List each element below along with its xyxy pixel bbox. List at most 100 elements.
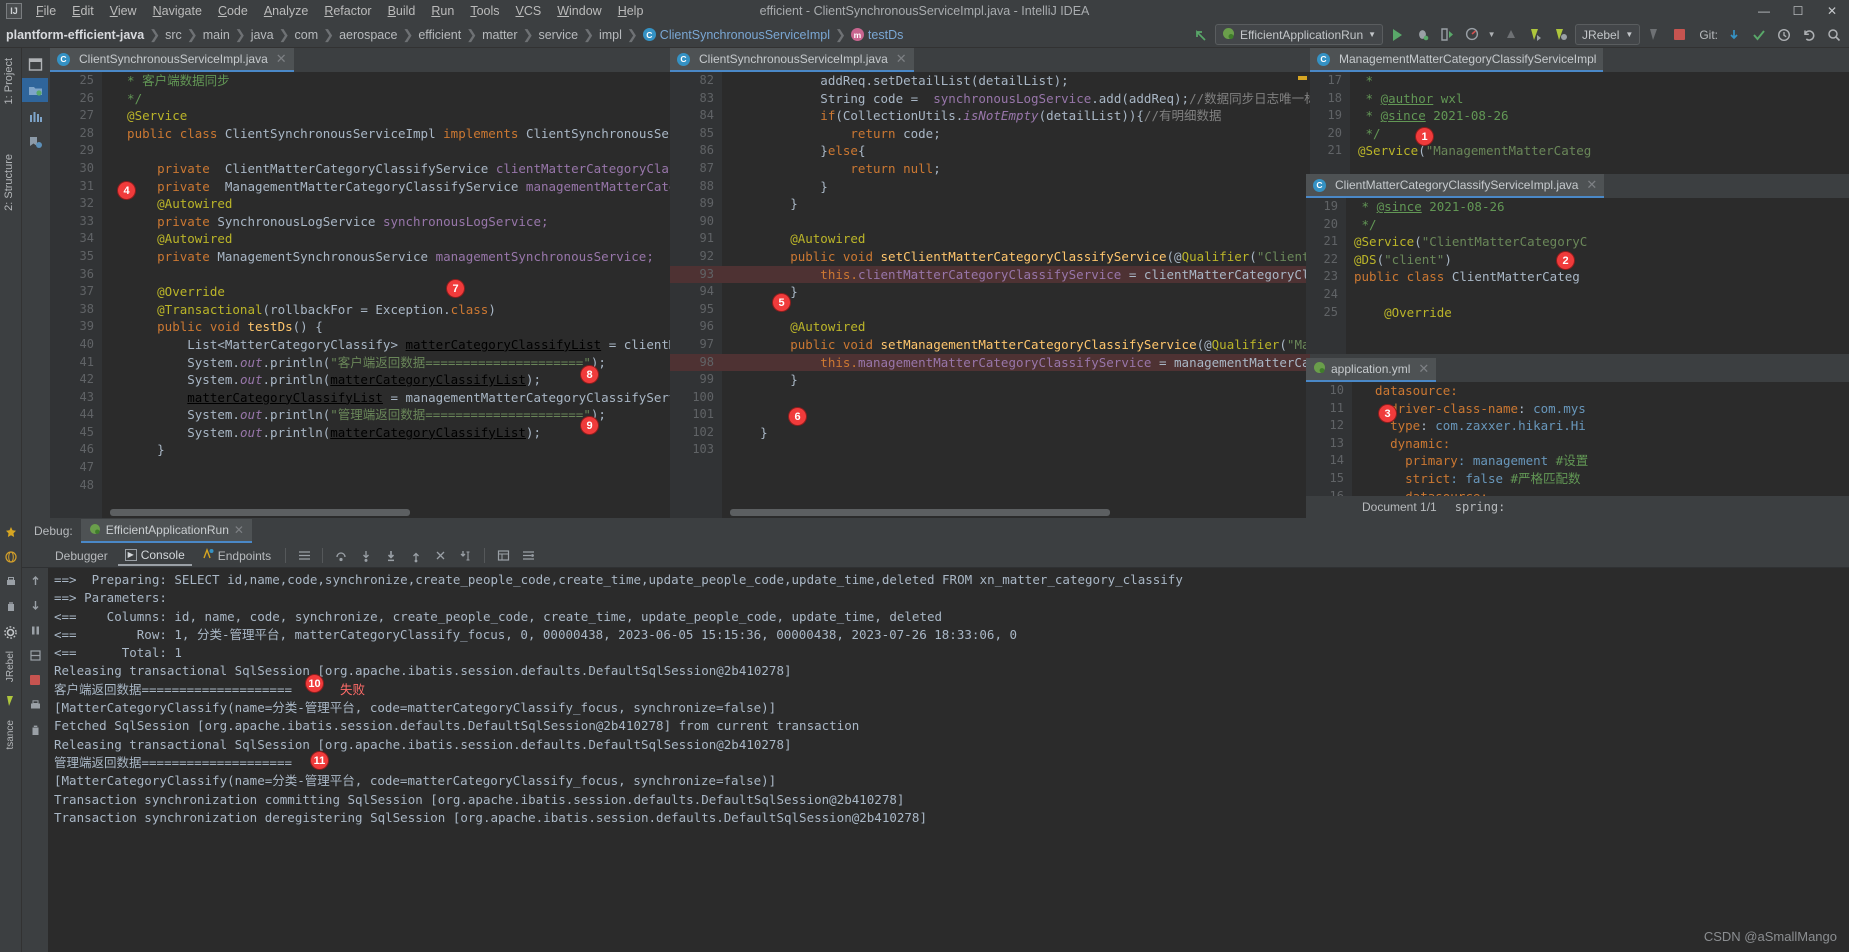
close-icon[interactable]: ✕ bbox=[1586, 177, 1597, 193]
code-line[interactable]: 40 List<MatterCategoryClassify> matterCa… bbox=[50, 336, 670, 354]
code-line[interactable]: 85 return code; bbox=[670, 125, 1310, 143]
build-icon[interactable] bbox=[1500, 24, 1522, 46]
code-line[interactable]: 88 } bbox=[670, 178, 1310, 196]
code-line[interactable]: 34 @Autowired bbox=[50, 230, 670, 248]
code-line[interactable]: 93 this.clientMatterCategoryClassifyServ… bbox=[670, 265, 1310, 284]
rollback-icon[interactable] bbox=[1798, 24, 1820, 46]
code-line[interactable]: 38 @Transactional(rollbackFor = Exceptio… bbox=[50, 301, 670, 319]
breadcrumb-item-aerospace[interactable]: aerospace bbox=[339, 28, 397, 42]
code-line[interactable]: 48 bbox=[50, 477, 670, 495]
step-over-icon[interactable] bbox=[330, 545, 352, 567]
stop-icon[interactable] bbox=[27, 672, 43, 688]
drop-frame-icon[interactable] bbox=[430, 545, 452, 567]
menu-navigate[interactable]: Navigate bbox=[145, 2, 210, 20]
code-line[interactable]: 44 System.out.println("管理端返回数据==========… bbox=[50, 406, 670, 424]
tab-client-matter-category[interactable]: C ClientMatterCategoryClassifyServiceImp… bbox=[1306, 174, 1605, 198]
menu-vcs[interactable]: VCS bbox=[508, 2, 550, 20]
tab-endpoints[interactable]: Endpoints bbox=[195, 546, 278, 565]
code-line[interactable]: 35 private ManagementSynchronousService … bbox=[50, 248, 670, 266]
print-icon[interactable] bbox=[27, 697, 43, 713]
jrebel-toggle-icon[interactable] bbox=[1643, 24, 1665, 46]
code-line[interactable]: 33 private SynchronousLogService synchro… bbox=[50, 213, 670, 231]
code-line[interactable]: 96 @Autowired bbox=[670, 318, 1310, 336]
settings-icon[interactable] bbox=[517, 545, 539, 567]
code-line[interactable]: 95 bbox=[670, 301, 1310, 319]
code-line[interactable]: 19 * @since 2021-08-26 bbox=[1310, 107, 1849, 125]
close-icon[interactable]: ✕ bbox=[276, 51, 287, 67]
code-line[interactable]: 31 private ManagementMatterCategoryClass… bbox=[50, 178, 670, 196]
code-line[interactable]: 94 } bbox=[670, 283, 1310, 301]
minimize-button[interactable]: — bbox=[1747, 0, 1781, 22]
code-line[interactable]: 25 @Override bbox=[1306, 304, 1849, 322]
code-line[interactable]: 26 */ bbox=[50, 90, 670, 108]
code-line[interactable]: 21 @Service("ManagementMatterCateg bbox=[1310, 142, 1849, 160]
close-icon[interactable]: ✕ bbox=[896, 51, 907, 67]
menu-tools[interactable]: Tools bbox=[462, 2, 507, 20]
trash-icon[interactable] bbox=[3, 599, 19, 615]
code-line[interactable]: 20 */ bbox=[1306, 216, 1849, 234]
code-line[interactable]: 98 this.managementMatterCategoryClassify… bbox=[670, 353, 1310, 372]
code-line[interactable]: 30 private ClientMatterCategoryClassifyS… bbox=[50, 160, 670, 178]
menu-file[interactable]: File bbox=[28, 2, 64, 20]
code-line[interactable]: 99 } bbox=[670, 371, 1310, 389]
close-button[interactable]: ✕ bbox=[1815, 0, 1849, 22]
menu-view[interactable]: View bbox=[102, 2, 145, 20]
code-line[interactable]: 92 public void setClientMatterCategoryCl… bbox=[670, 248, 1310, 266]
code-line[interactable]: 90 bbox=[670, 213, 1310, 231]
code-line[interactable]: 10 datasource: bbox=[1306, 382, 1849, 400]
restore-layout-icon[interactable] bbox=[27, 647, 43, 663]
debug-session-tab[interactable]: EfficientApplicationRun ✕ bbox=[80, 519, 252, 543]
maximize-button[interactable]: ☐ bbox=[1781, 0, 1815, 22]
profiler-icon[interactable] bbox=[1461, 24, 1483, 46]
code-line[interactable]: 39 public void testDs() { bbox=[50, 318, 670, 336]
breadcrumb-item-efficient[interactable]: efficient bbox=[418, 28, 461, 42]
code-line[interactable]: 13 dynamic: bbox=[1306, 435, 1849, 453]
breadcrumb-item-matter[interactable]: matter bbox=[482, 28, 517, 42]
code-line[interactable]: 27 @Service bbox=[50, 107, 670, 125]
breadcrumb-item-main[interactable]: main bbox=[203, 28, 230, 42]
code-line[interactable]: 28 public class ClientSynchronousService… bbox=[50, 125, 670, 143]
code-line[interactable]: 23 public class ClientMatterCateg bbox=[1306, 268, 1849, 286]
code-line[interactable]: 22 @DS("client") bbox=[1306, 251, 1849, 269]
sidebar-item-instance[interactable]: tsance bbox=[3, 718, 18, 751]
code-line[interactable]: 25 * 客户端数据同步 bbox=[50, 72, 670, 90]
code-line[interactable]: 82 addReq.setDetailList(detailList); bbox=[670, 72, 1310, 90]
evaluate-icon[interactable] bbox=[492, 545, 514, 567]
code-line[interactable]: 42 System.out.println(matterCategoryClas… bbox=[50, 371, 670, 389]
pause-icon[interactable] bbox=[27, 622, 43, 638]
breadcrumb-item-com[interactable]: com bbox=[295, 28, 319, 42]
code-line[interactable]: 17 * bbox=[1310, 72, 1849, 90]
close-icon[interactable]: ✕ bbox=[1418, 361, 1429, 377]
menu-edit[interactable]: Edit bbox=[64, 2, 102, 20]
layout-icon[interactable] bbox=[293, 545, 315, 567]
menu-build[interactable]: Build bbox=[380, 2, 424, 20]
code-line[interactable]: 84 if(CollectionUtils.isNotEmpty(detailL… bbox=[670, 107, 1310, 125]
code-line[interactable]: 36 bbox=[50, 266, 670, 284]
gear-icon[interactable] bbox=[3, 624, 19, 640]
tab-client-synchronous-service-impl-2[interactable]: C ClientSynchronousServiceImpl.java ✕ bbox=[670, 48, 914, 72]
code-line[interactable]: 46 } bbox=[50, 441, 670, 459]
code-line[interactable]: 24 bbox=[1306, 286, 1849, 304]
tab-management-matter-category[interactable]: C ManagementMatterCategoryClassifyServic… bbox=[1310, 48, 1604, 72]
code-line[interactable]: 41 System.out.println("客户端返回数据==========… bbox=[50, 354, 670, 372]
stop-icon[interactable] bbox=[1668, 24, 1690, 46]
close-icon[interactable]: ✕ bbox=[234, 523, 244, 537]
update-project-icon[interactable] bbox=[1723, 24, 1745, 46]
code-line[interactable]: 32 @Autowired bbox=[50, 195, 670, 213]
jrebel-selector[interactable]: JRebel ▼ bbox=[1575, 24, 1641, 45]
code-line[interactable]: 86 }else{ bbox=[670, 142, 1310, 160]
menu-analyze[interactable]: Analyze bbox=[256, 2, 316, 20]
run-icon[interactable] bbox=[1386, 24, 1408, 46]
sidebar-item-jrebel[interactable]: JRebel bbox=[3, 649, 18, 684]
breadcrumb-item-testds[interactable]: m testDs bbox=[850, 28, 903, 42]
menu-help[interactable]: Help bbox=[610, 2, 652, 20]
force-step-into-icon[interactable] bbox=[380, 545, 402, 567]
code-line[interactable]: 83 String code = synchronousLogService.a… bbox=[670, 90, 1310, 108]
code-line[interactable]: 89 } bbox=[670, 195, 1310, 213]
sidebar-item-web[interactable] bbox=[3, 549, 19, 565]
debug-icon[interactable] bbox=[1411, 24, 1433, 46]
code-line[interactable]: 43 matterCategoryClassifyList = manageme… bbox=[50, 389, 670, 407]
down-arrow-icon[interactable] bbox=[27, 597, 43, 613]
run-to-cursor-icon[interactable] bbox=[455, 545, 477, 567]
code-line[interactable]: 102 } bbox=[670, 424, 1310, 442]
